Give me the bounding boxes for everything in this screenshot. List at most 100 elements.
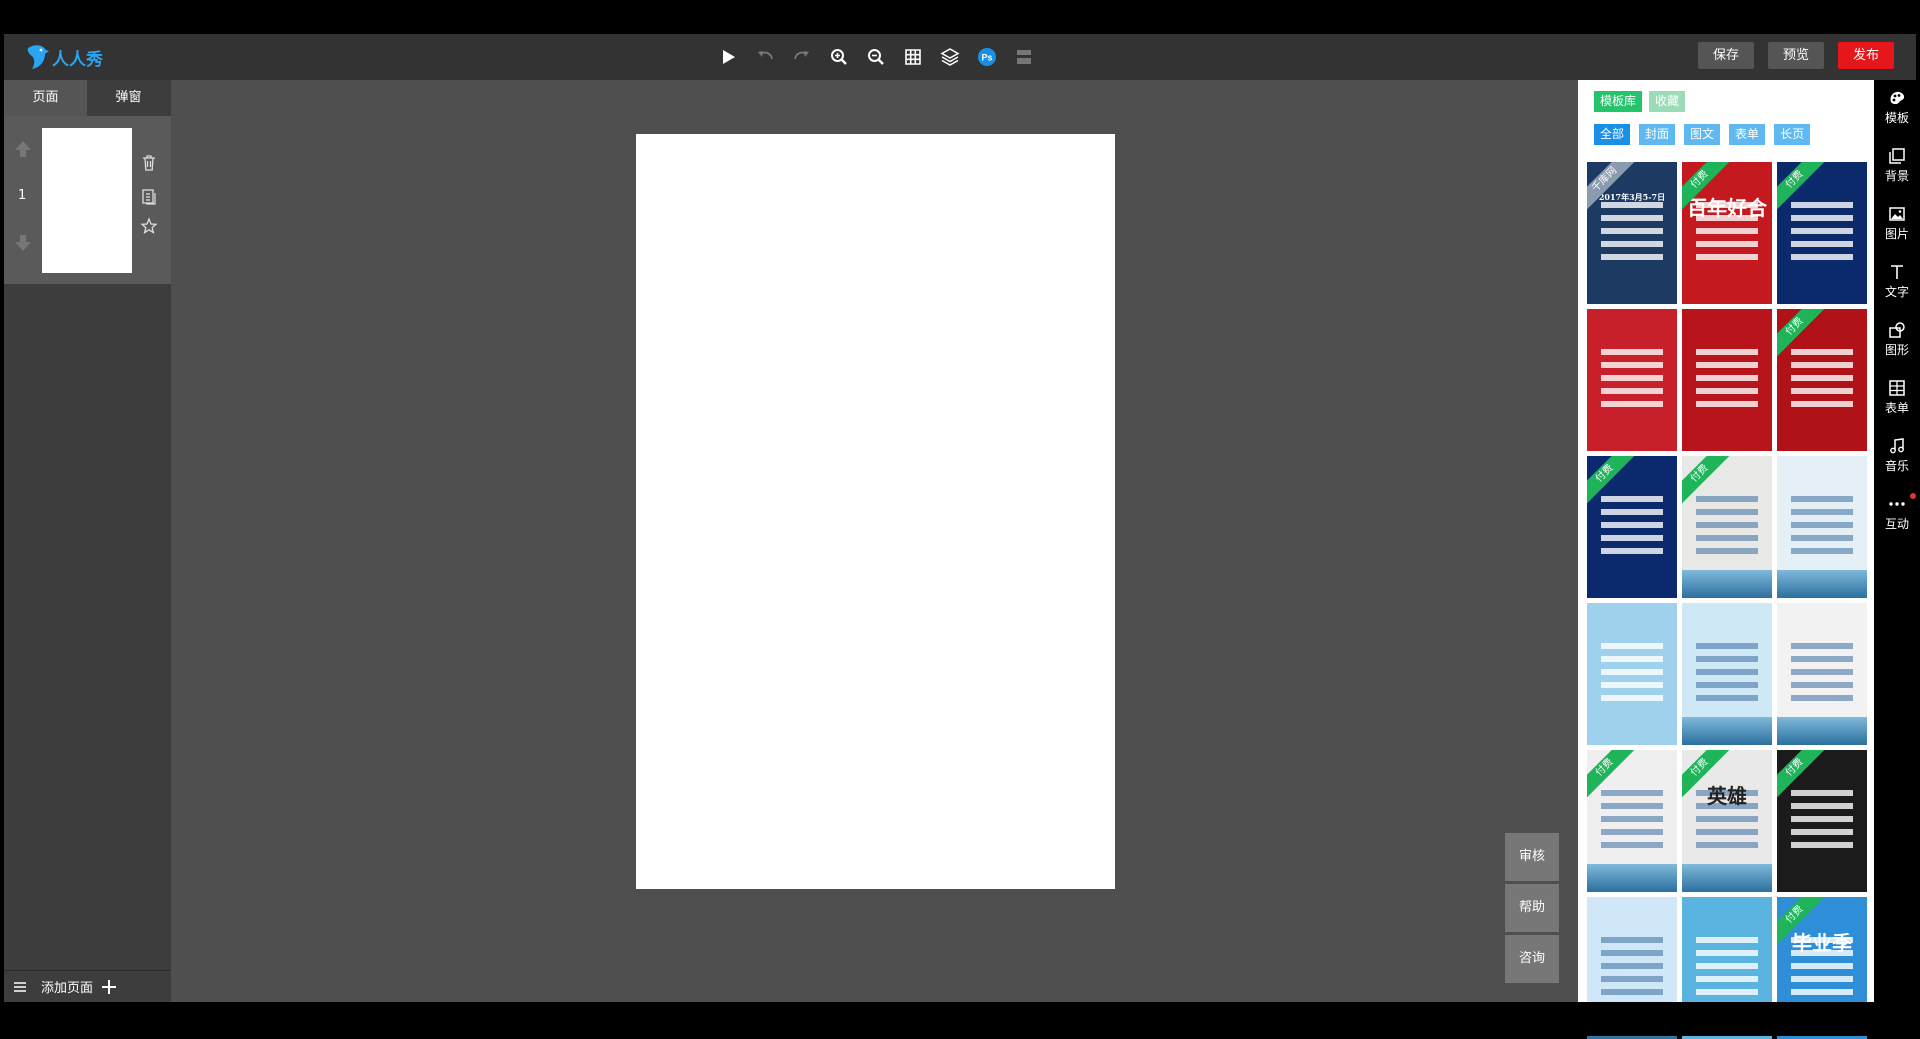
plus-icon[interactable] (101, 979, 117, 995)
rail-item-label: 互动 (1884, 517, 1909, 531)
template-card[interactable] (1587, 603, 1677, 745)
template-line (1791, 976, 1853, 982)
menu-icon[interactable] (13, 980, 27, 994)
logo-text: 人人秀 (52, 49, 103, 70)
rail-item-form[interactable]: 表单 (1874, 374, 1920, 422)
template-card[interactable]: 付费 (1777, 162, 1867, 304)
page-canvas[interactable] (636, 134, 1115, 889)
tab-template-library[interactable]: 模板库 (1594, 91, 1643, 112)
template-wave (1777, 717, 1867, 745)
template-card[interactable] (1777, 456, 1867, 598)
template-line (1791, 829, 1853, 835)
page-thumbnail[interactable] (42, 128, 132, 273)
add-page-button[interactable]: 添加页面 (41, 977, 93, 996)
move-down-icon[interactable] (12, 232, 34, 254)
publish-button[interactable]: 发布 (1837, 42, 1894, 69)
filter-cover[interactable]: 封面 (1639, 124, 1676, 145)
logo[interactable]: 人人秀 (24, 42, 103, 72)
rail-item-label: 模板 (1884, 111, 1909, 125)
template-line (1791, 375, 1853, 381)
move-up-icon[interactable] (12, 138, 34, 160)
template-icon (1890, 91, 1905, 104)
grid-icon[interactable] (901, 45, 925, 69)
template-card[interactable]: 付费 (1682, 456, 1772, 598)
star-icon[interactable] (140, 217, 158, 235)
filter-form[interactable]: 表单 (1729, 124, 1766, 145)
tab-popups[interactable]: 弹窗 (87, 80, 170, 116)
template-card[interactable]: 百年好合 付费 (1682, 162, 1772, 304)
template-line (1601, 388, 1663, 394)
template-card[interactable]: 付费 (1587, 456, 1677, 598)
rail-item-shape[interactable]: 图形 (1874, 316, 1920, 364)
rail-item-image[interactable]: 图片 (1874, 200, 1920, 248)
save-button[interactable]: 保存 (1697, 42, 1754, 69)
align-icon[interactable] (1012, 45, 1036, 69)
template-card[interactable]: 英雄 付费 (1682, 750, 1772, 892)
template-card[interactable] (1587, 309, 1677, 451)
play-icon[interactable] (716, 45, 740, 69)
template-card[interactable] (1682, 309, 1772, 451)
rail-item-text[interactable]: 文字 (1874, 258, 1920, 306)
template-filters: 全部 封面 图文 表单 长页 (1594, 124, 1811, 145)
template-line (1601, 656, 1663, 662)
template-line (1601, 790, 1663, 796)
template-line (1791, 202, 1853, 208)
tab-favorites[interactable]: 收藏 (1649, 91, 1686, 112)
help-button[interactable]: 帮助 (1505, 884, 1559, 932)
tab-pages[interactable]: 页面 (4, 80, 87, 116)
filter-image-text[interactable]: 图文 (1684, 124, 1721, 145)
template-line (1791, 215, 1853, 221)
delete-icon[interactable] (140, 154, 158, 172)
filter-long-page[interactable]: 长页 (1774, 124, 1811, 145)
rail-item-music[interactable]: 音乐 (1874, 432, 1920, 480)
zoom-in-icon[interactable] (827, 45, 851, 69)
zoom-out-icon[interactable] (864, 45, 888, 69)
template-panel: 模板库 收藏 全部 封面 图文 表单 长页 2017年3月5-7日 千库网 百年好合… (1578, 80, 1874, 1039)
template-card[interactable]: 付费 (1777, 309, 1867, 451)
template-line (1791, 803, 1853, 809)
template-line (1696, 548, 1758, 554)
copy-page-icon[interactable] (140, 188, 158, 206)
rail-item-template[interactable]: 模板 (1874, 84, 1920, 132)
form-icon (1889, 380, 1905, 396)
template-line (1696, 388, 1758, 394)
template-line (1791, 401, 1853, 407)
template-line (1791, 989, 1853, 995)
template-line (1791, 656, 1853, 662)
review-button[interactable]: 审核 (1505, 833, 1559, 881)
editor-workspace: 审核 帮助 咨询 (171, 80, 1578, 1002)
template-preview (1777, 456, 1867, 598)
ps-icon[interactable]: Ps (975, 45, 999, 69)
svg-text:Ps: Ps (981, 53, 992, 63)
undo-icon[interactable] (753, 45, 777, 69)
rail-item-background[interactable]: 背景 (1874, 142, 1920, 190)
template-preview (1777, 603, 1867, 745)
template-line (1791, 254, 1853, 260)
template-wave (1682, 570, 1772, 598)
template-line (1696, 228, 1758, 234)
text-icon (1891, 265, 1903, 279)
layers-icon[interactable] (938, 45, 962, 69)
template-line (1696, 989, 1758, 995)
template-line (1791, 349, 1853, 355)
template-card[interactable]: 付费 (1587, 750, 1677, 892)
filter-all[interactable]: 全部 (1594, 124, 1631, 145)
template-card[interactable] (1682, 603, 1772, 745)
more-icon (1889, 502, 1905, 506)
top-actions: 保存 预览 发布 (1697, 42, 1894, 69)
template-title: 英雄 (1707, 784, 1747, 808)
template-card[interactable]: 付费 (1777, 750, 1867, 892)
rail-item-more[interactable]: 互动 (1874, 490, 1920, 538)
template-line (1601, 548, 1663, 554)
template-card[interactable] (1777, 603, 1867, 745)
bird-logo-icon (27, 45, 49, 69)
preview-button[interactable]: 预览 (1767, 42, 1824, 69)
page-list-item[interactable]: 1 (4, 116, 171, 284)
template-line (1601, 375, 1663, 381)
consult-button[interactable]: 咨询 (1505, 935, 1559, 983)
template-card[interactable]: 2017年3月5-7日 千库网 (1587, 162, 1677, 304)
template-line (1791, 548, 1853, 554)
template-line (1791, 682, 1853, 688)
template-line (1791, 509, 1853, 515)
redo-icon[interactable] (790, 45, 814, 69)
